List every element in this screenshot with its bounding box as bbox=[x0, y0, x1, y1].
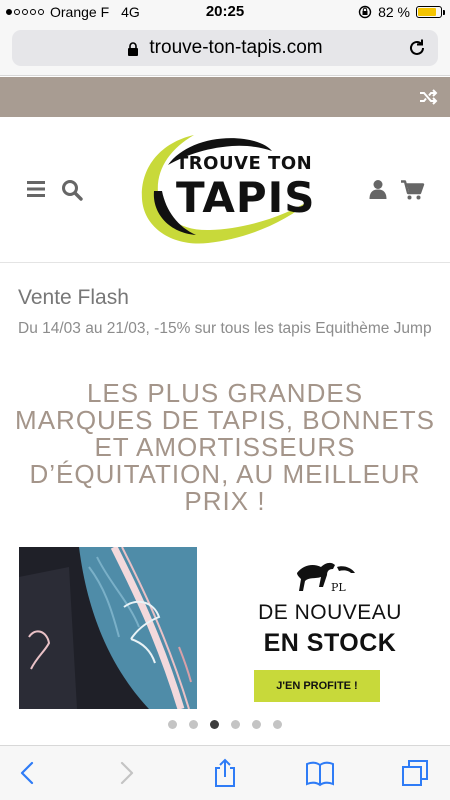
carousel-dots bbox=[0, 720, 450, 729]
cta-button[interactable]: J'EN PROFITE ! bbox=[254, 670, 380, 702]
banner-content: PL DE NOUVEAU EN STOCK J'EN PROFITE ! bbox=[210, 547, 450, 712]
promo-strip bbox=[0, 77, 450, 117]
bookmarks-icon[interactable] bbox=[305, 758, 335, 788]
tabs-icon[interactable] bbox=[400, 758, 430, 788]
battery-icon bbox=[416, 6, 445, 18]
url-text: trouve-ton-tapis.com bbox=[149, 37, 323, 58]
cart-icon[interactable] bbox=[401, 180, 425, 200]
status-bar: Orange F 4G 20:25 82 % bbox=[0, 0, 450, 24]
svg-text:PL: PL bbox=[331, 581, 346, 594]
carousel-dot[interactable] bbox=[231, 720, 240, 729]
site-logo[interactable]: TROUVE TON TAPIS bbox=[134, 129, 316, 249]
reload-icon[interactable] bbox=[406, 37, 428, 59]
browser-toolbar bbox=[0, 745, 450, 800]
shuffle-icon[interactable] bbox=[418, 87, 438, 107]
main-headline: LES PLUS GRANDES MARQUES DE TAPIS, BONNE… bbox=[15, 378, 435, 516]
horse-brand-logo-icon: PL bbox=[297, 562, 355, 594]
banner-line2: EN STOCK bbox=[263, 629, 397, 657]
saddle-pad-photo bbox=[19, 547, 197, 709]
flash-sale: Vente Flash Du 14/03 au 21/03, -15% sur … bbox=[18, 286, 438, 339]
forward-icon[interactable] bbox=[110, 758, 140, 788]
carousel-dot[interactable] bbox=[252, 720, 261, 729]
search-icon[interactable] bbox=[61, 179, 83, 201]
share-icon[interactable] bbox=[210, 758, 240, 788]
logo-text-main: TAPIS bbox=[176, 173, 316, 222]
carousel-dot[interactable] bbox=[189, 720, 198, 729]
lock-icon bbox=[128, 42, 139, 56]
banner-line1: DE NOUVEAU bbox=[258, 601, 402, 624]
flash-sale-title: Vente Flash bbox=[18, 286, 129, 309]
back-icon[interactable] bbox=[14, 758, 44, 788]
flash-sale-text: Du 14/03 au 21/03, -15% sur tous les tap… bbox=[18, 320, 432, 337]
carousel-dot[interactable] bbox=[273, 720, 282, 729]
status-right: 82 % bbox=[358, 4, 445, 20]
menu-icon[interactable] bbox=[27, 181, 45, 197]
site-header: TROUVE TON TAPIS bbox=[0, 117, 450, 263]
carousel-dot[interactable] bbox=[210, 720, 219, 729]
user-icon[interactable] bbox=[369, 179, 387, 199]
promo-banner[interactable]: PL DE NOUVEAU EN STOCK J'EN PROFITE ! bbox=[0, 547, 450, 712]
battery-percent: 82 % bbox=[378, 4, 410, 20]
carousel-dot[interactable] bbox=[168, 720, 177, 729]
browser-address-area: trouve-ton-tapis.com bbox=[0, 24, 450, 76]
address-bar[interactable]: trouve-ton-tapis.com bbox=[12, 30, 438, 66]
logo-text-top: TROUVE TON bbox=[176, 153, 313, 174]
orientation-lock-icon bbox=[358, 5, 372, 19]
